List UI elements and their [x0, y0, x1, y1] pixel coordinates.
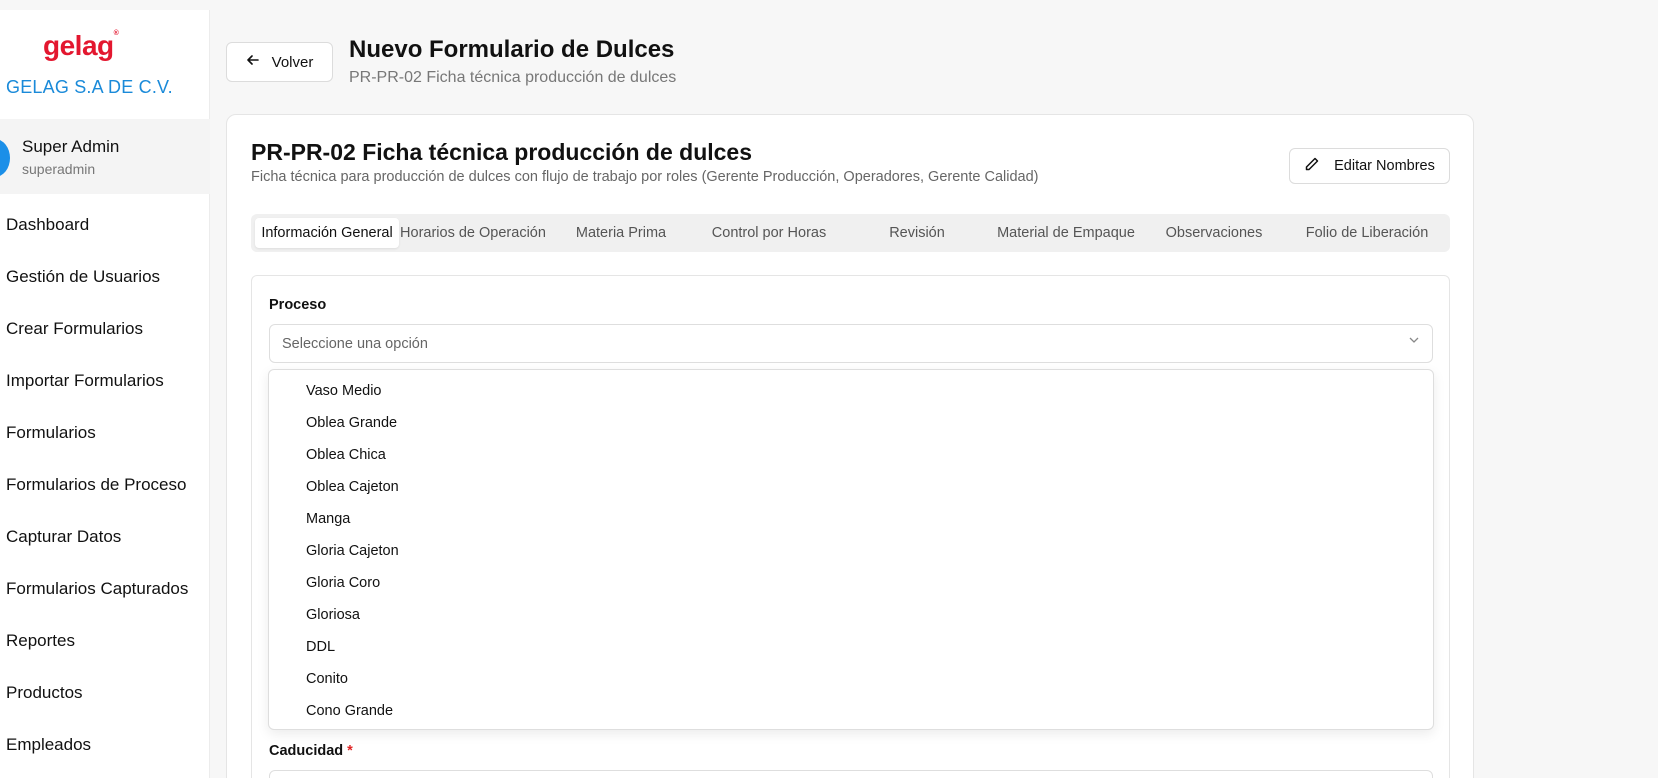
- dropdown-option[interactable]: DDL: [269, 631, 1433, 663]
- pencil-icon: [1304, 156, 1320, 176]
- dropdown-option[interactable]: Oblea Grande: [269, 407, 1433, 439]
- gelag-logo[interactable]: gelag®: [43, 30, 119, 62]
- sidebar-item-formularios[interactable]: Formularios: [0, 418, 188, 470]
- user-role: superadmin: [22, 161, 96, 177]
- user-name: Super Admin: [22, 137, 120, 156]
- tab-informacion-general[interactable]: Información General: [255, 218, 399, 248]
- dropdown-option[interactable]: Cono Grande: [269, 695, 1433, 727]
- back-button[interactable]: Volver: [226, 42, 333, 82]
- dropdown-option[interactable]: Gloria Cajeton: [269, 535, 1433, 567]
- sidebar-item-formularios-capturados[interactable]: Formularios Capturados: [0, 574, 188, 626]
- sidebar-item-gestion-usuarios[interactable]: Gestión de Usuarios: [0, 262, 188, 314]
- tab-materia-prima[interactable]: Materia Prima: [547, 218, 695, 248]
- sidebar-nav: Dashboard Gestión de Usuarios Crear Form…: [0, 210, 188, 778]
- sidebar-item-empleados[interactable]: Empleados: [0, 730, 188, 778]
- card-title: PR-PR-02 Ficha técnica producción de dul…: [251, 139, 753, 165]
- tab-control-horas[interactable]: Control por Horas: [695, 218, 843, 248]
- sidebar-item-capturar-datos[interactable]: Capturar Datos: [0, 522, 188, 574]
- user-panel[interactable]: Super Admin superadmin: [0, 119, 210, 194]
- sidebar-item-crear-formularios[interactable]: Crear Formularios: [0, 314, 188, 366]
- back-button-label: Volver: [271, 53, 314, 71]
- tab-material-empaque[interactable]: Material de Empaque: [991, 218, 1141, 248]
- card-description: Ficha técnica para producción de dulces …: [251, 169, 1039, 185]
- sidebar: gelag® GELAG S.A DE C.V. Super Admin sup…: [0, 10, 210, 778]
- edit-names-button[interactable]: Editar Nombres: [1289, 148, 1450, 184]
- required-mark: *: [347, 743, 353, 759]
- tab-folio-liberacion[interactable]: Folio de Liberación: [1287, 218, 1447, 248]
- proceso-label: Proceso: [269, 297, 327, 313]
- proceso-select[interactable]: Seleccione una opción: [269, 324, 1433, 363]
- sidebar-item-formularios-proceso[interactable]: Formularios de Proceso: [0, 470, 188, 522]
- chevron-down-icon: [1408, 334, 1420, 349]
- dropdown-option[interactable]: Gloriosa: [269, 599, 1433, 631]
- dropdown-option[interactable]: Gloria Coro: [269, 567, 1433, 599]
- dropdown-option[interactable]: Manga: [269, 503, 1433, 535]
- caducidad-input[interactable]: [269, 770, 1433, 778]
- page-subtitle: PR-PR-02 Ficha técnica producción de dul…: [349, 69, 677, 86]
- tab-revision[interactable]: Revisión: [843, 218, 991, 248]
- sidebar-item-productos[interactable]: Productos: [0, 678, 188, 730]
- avatar: [0, 139, 10, 177]
- edit-names-label: Editar Nombres: [1334, 158, 1435, 174]
- tab-horarios-operacion[interactable]: Horarios de Operación: [399, 218, 547, 248]
- dropdown-option[interactable]: Oblea Cajeton: [269, 471, 1433, 503]
- page-title: Nuevo Formulario de Dulces: [349, 36, 675, 63]
- sidebar-item-reportes[interactable]: Reportes: [0, 626, 188, 678]
- proceso-dropdown-menu: Vaso Medio Oblea Grande Oblea Chica Oble…: [268, 369, 1434, 730]
- sidebar-item-importar-formularios[interactable]: Importar Formularios: [0, 366, 188, 418]
- company-name: GELAG S.A DE C.V.: [6, 77, 173, 97]
- sidebar-item-dashboard[interactable]: Dashboard: [0, 210, 188, 262]
- tab-bar: Información General Horarios de Operació…: [251, 214, 1450, 252]
- dropdown-option[interactable]: Conito: [269, 663, 1433, 695]
- arrow-left-icon: [246, 53, 260, 71]
- tab-observaciones[interactable]: Observaciones: [1141, 218, 1287, 248]
- dropdown-option[interactable]: Oblea Chica: [269, 439, 1433, 471]
- caducidad-label: Caducidad *: [269, 743, 353, 759]
- dropdown-option[interactable]: Vaso Medio: [269, 375, 1433, 407]
- proceso-placeholder: Seleccione una opción: [282, 336, 428, 352]
